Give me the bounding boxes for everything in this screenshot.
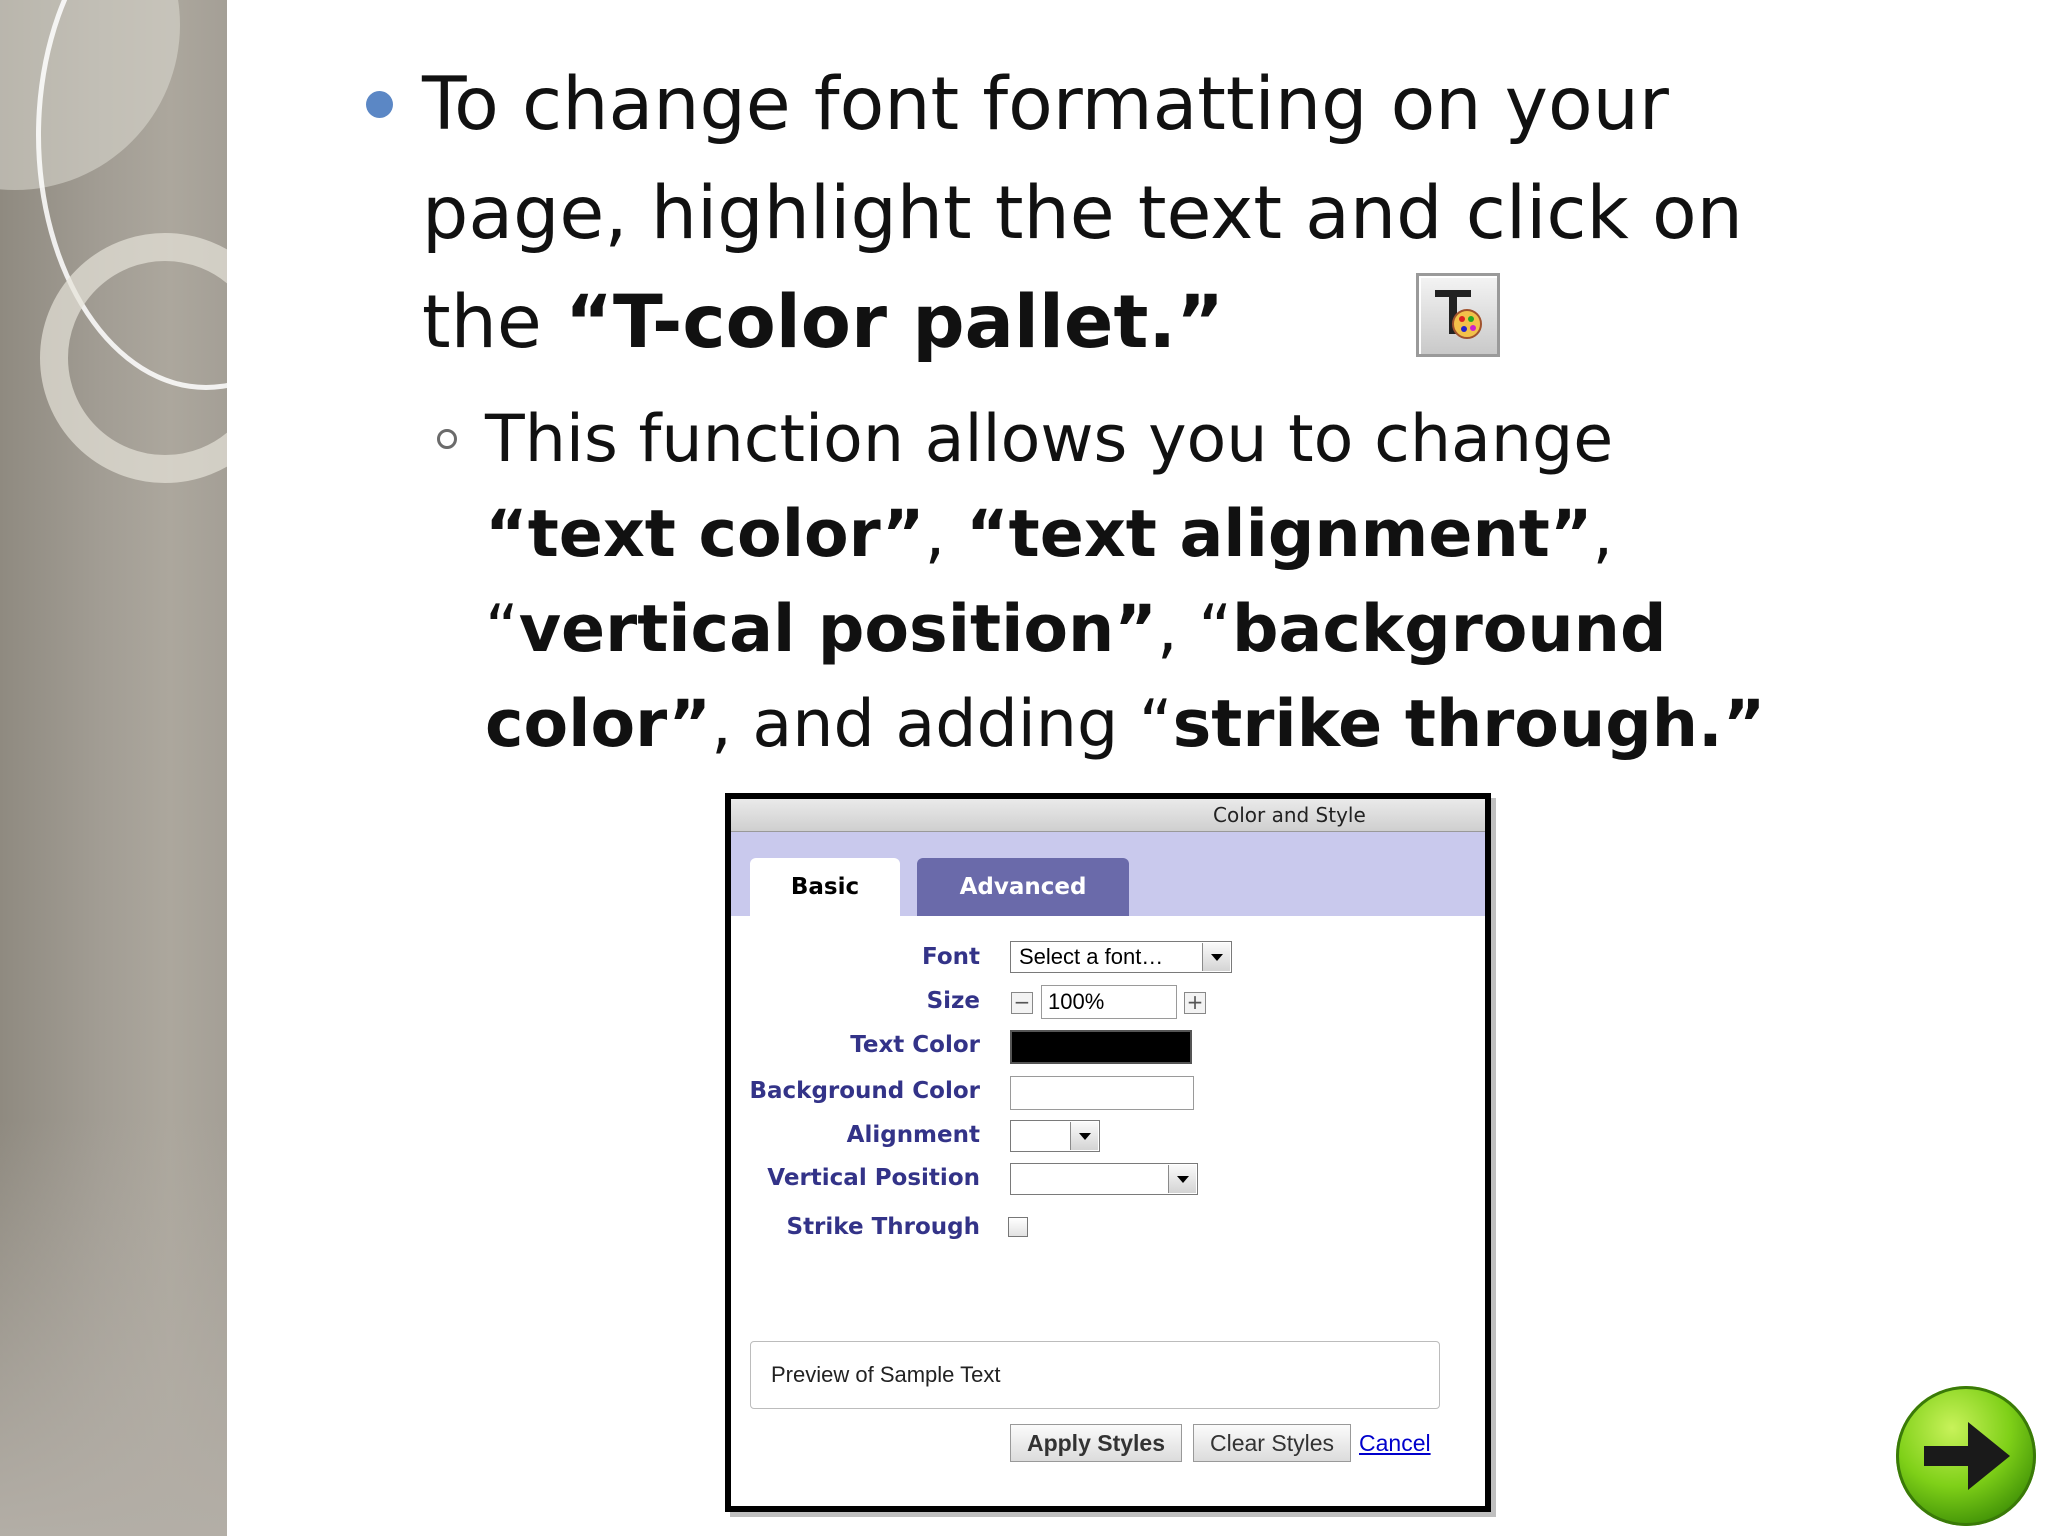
tab-basic[interactable]: Basic: [750, 858, 900, 916]
text-color-label: Text Color: [850, 1032, 980, 1058]
text-color-swatch[interactable]: [1010, 1030, 1192, 1064]
bullet-dot-icon: [366, 91, 393, 118]
sub-bullet-text-4: , “: [1157, 592, 1233, 667]
font-label: Font: [922, 944, 980, 970]
sub-bullet-text-2: ,: [924, 497, 966, 572]
color-and-style-dialog: Color and Style Basic Advanced Font Sele…: [725, 793, 1491, 1512]
main-bullet-line-1: To change font formatting on your: [422, 62, 1669, 147]
alignment-select[interactable]: [1010, 1120, 1100, 1152]
term-text-color: “text color”: [485, 497, 925, 572]
background-color-label: Background Color: [749, 1078, 980, 1104]
sub-bullet-circle-icon: [437, 429, 457, 449]
strike-through-label: Strike Through: [786, 1214, 981, 1240]
dialog-tab-strip: Basic Advanced: [731, 832, 1485, 916]
tab-advanced[interactable]: Advanced: [917, 858, 1129, 916]
main-bullet-line-2: page, highlight the text and click on: [422, 171, 1743, 256]
dialog-title: Color and Style: [1213, 803, 1366, 827]
font-select-value: Select a font…: [1019, 944, 1164, 969]
size-input[interactable]: 100%: [1041, 985, 1177, 1019]
apply-styles-button[interactable]: Apply Styles: [1010, 1424, 1182, 1462]
vertical-position-select[interactable]: [1010, 1163, 1198, 1195]
main-bullet-line-3: the “T-color pallet.”: [422, 268, 1822, 377]
size-label: Size: [926, 988, 980, 1014]
cancel-link[interactable]: Cancel: [1359, 1424, 1431, 1462]
t-color-pallet-icon[interactable]: [1416, 273, 1500, 357]
t-color-pallet-term: “T-color pallet.”: [565, 280, 1225, 365]
size-increase-button[interactable]: +: [1184, 992, 1206, 1014]
term-strike-through: strike through.”: [1172, 687, 1766, 762]
term-vertical-position: vertical position”: [518, 592, 1158, 667]
strike-through-checkbox[interactable]: [1008, 1217, 1028, 1237]
alignment-label: Alignment: [846, 1122, 980, 1148]
font-select[interactable]: Select a font…: [1010, 941, 1232, 973]
sub-bullet-text-5: , and adding “: [711, 687, 1173, 762]
sub-bullet-text-1: This function allows you to change: [485, 402, 1614, 477]
decorative-band-gradient: [0, 1120, 227, 1536]
decorative-side-band: [0, 0, 227, 1536]
dropdown-arrow-icon[interactable]: [1168, 1165, 1196, 1193]
style-form: Font Select a font… Size − 100% + Text C…: [731, 916, 1485, 1462]
dialog-titlebar[interactable]: Color and Style: [731, 799, 1485, 832]
dropdown-arrow-icon[interactable]: [1070, 1122, 1098, 1150]
term-text-alignment: “text alignment”: [965, 497, 1593, 572]
dropdown-arrow-icon[interactable]: [1202, 943, 1230, 971]
next-slide-button[interactable]: [1896, 1386, 2036, 1526]
next-arrow-icon: [1924, 1422, 2010, 1490]
vertical-position-label: Vertical Position: [767, 1165, 980, 1191]
main-bullet-line-3-prefix: the: [422, 280, 566, 365]
size-decrease-button[interactable]: −: [1011, 992, 1033, 1014]
main-bullet: To change font formatting on your page, …: [366, 50, 1822, 377]
background-color-swatch[interactable]: [1010, 1076, 1194, 1110]
sub-bullet: This function allows you to change “text…: [437, 392, 1815, 772]
preview-box: Preview of Sample Text: [750, 1341, 1440, 1409]
clear-styles-button[interactable]: Clear Styles: [1193, 1424, 1351, 1462]
